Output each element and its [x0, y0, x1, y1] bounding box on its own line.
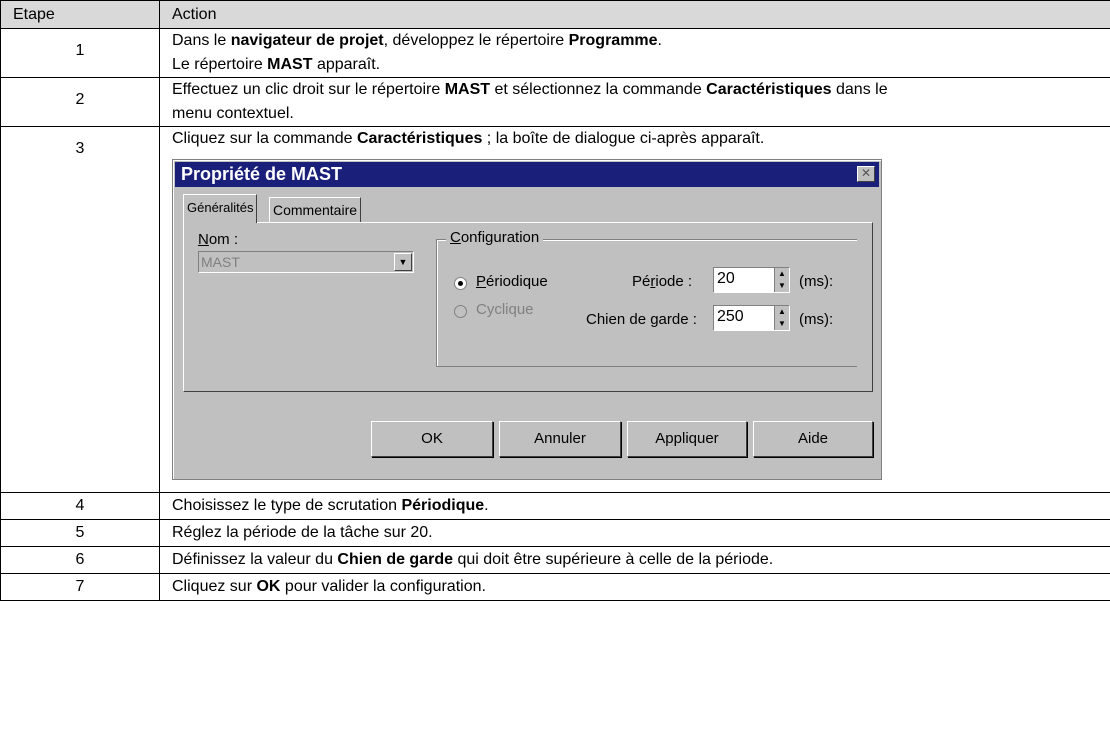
configuration-label: Configuration — [446, 229, 544, 247]
table-row: 5 Réglez la période de la tâche sur 20. — [0, 519, 1110, 547]
action-line: Réglez la période de la tâche sur 20. — [172, 520, 1099, 546]
dialog-title: Propriété de MAST — [181, 164, 343, 184]
header-step: Etape — [0, 0, 160, 29]
step-number: 1 — [0, 28, 160, 78]
name-combobox[interactable]: MAST ▼ — [198, 251, 414, 273]
cyclic-radio — [454, 305, 467, 318]
period-label: Période : — [632, 273, 693, 290]
action-text: Définissez la valeur du — [172, 551, 338, 568]
table-row: 6 Définissez la valeur du Chien de garde … — [0, 546, 1110, 574]
action-line: menu contextuel. — [172, 102, 1099, 126]
action-text: Réglez la période de la tâche sur 20. — [172, 524, 433, 541]
steps-table: Etape Action 1 Dans le navigateur de proj… — [0, 0, 1110, 601]
bold-term: Chien de garde — [337, 551, 453, 568]
action-line: Dans le navigateur de projet, développez… — [172, 29, 1099, 53]
watchdog-label: Chien de garde : — [586, 311, 697, 328]
tab-commentaire[interactable]: Commentaire — [269, 197, 362, 223]
period-spinner[interactable]: 20 ▲ ▼ — [713, 267, 790, 293]
step-number: 4 — [0, 492, 160, 520]
tab-commentaire-label: Commentaire — [273, 202, 358, 218]
bold-term: MAST — [444, 81, 491, 98]
action-text: et sélectionnez la commande — [490, 81, 707, 98]
action-text: pour valider la configuration. — [280, 578, 486, 595]
action-text: ; la boîte de dialogue ci-après apparaît… — [482, 130, 765, 147]
action-line: Définissez la valeur du Chien de garde q… — [172, 547, 1099, 573]
action-text: Effectuez un clic droit sur le répertoir… — [172, 81, 445, 98]
step-action: Cliquez sur OK pour valider la configura… — [159, 573, 1110, 601]
chevron-down-icon[interactable]: ▼ — [394, 253, 412, 271]
action-text: dans le — [831, 81, 888, 98]
action-text: Choisissez le type de scrutation — [172, 497, 402, 514]
bold-term: Caractéristiques — [356, 130, 483, 147]
ok-button[interactable]: OK — [371, 421, 493, 457]
help-button[interactable]: Aide — [753, 421, 873, 457]
step-number: 5 — [0, 519, 160, 547]
action-text: . — [657, 32, 662, 49]
step-action: Choisissez le type de scrutation Périodi… — [159, 492, 1110, 520]
periodic-radio[interactable] — [454, 277, 467, 290]
action-text: menu contextuel. — [172, 105, 294, 122]
step-action: Réglez la période de la tâche sur 20. — [159, 519, 1110, 547]
action-line: Choisissez le type de scrutation Périodi… — [172, 493, 1099, 519]
watchdog-spinner[interactable]: 250 ▲ ▼ — [713, 305, 790, 331]
header-row: Etape Action — [0, 0, 1110, 29]
mast-properties-dialog: Propriété de MAST ✕ Généralités Commenta… — [172, 159, 882, 480]
name-label: Nom : — [198, 231, 239, 248]
tab-generalites[interactable]: Généralités — [183, 194, 258, 223]
steps-body: 1 Dans le navigateur de projet, développe… — [0, 28, 1110, 601]
close-icon[interactable]: ✕ — [857, 166, 875, 182]
step-number: 2 — [0, 77, 160, 127]
step-number: 3 — [0, 126, 160, 493]
step-number: 6 — [0, 546, 160, 574]
periodic-label[interactable]: Périodique — [476, 273, 548, 291]
action-text: Cliquez sur la commande — [172, 130, 357, 147]
bold-term: MAST — [267, 56, 313, 73]
step-number: 7 — [0, 573, 160, 601]
watchdog-value: 250 — [717, 308, 744, 325]
action-text: Cliquez sur — [172, 578, 257, 595]
spinner-arrows-icon[interactable]: ▲ ▼ — [774, 306, 789, 330]
action-line: Effectuez un clic droit sur le répertoir… — [172, 78, 1099, 102]
action-line: Le répertoire MAST apparaît. — [172, 53, 1099, 77]
action-text: apparaît. — [312, 56, 381, 73]
cyclic-label: Cyclique — [476, 301, 534, 318]
period-value: 20 — [717, 270, 735, 287]
bold-term: Programme — [568, 32, 658, 49]
table-row: 2 Effectuez un clic droit sur le répertoi… — [0, 77, 1110, 127]
action-line: Cliquez sur OK pour valider la configura… — [172, 574, 1099, 600]
step-action: Définissez la valeur du Chien de garde q… — [159, 546, 1110, 574]
cancel-button[interactable]: Annuler — [499, 421, 621, 457]
action-text: . — [484, 497, 489, 514]
bold-term: Périodique — [401, 497, 485, 514]
table-row: 1 Dans le navigateur de projet, développe… — [0, 28, 1110, 78]
bold-term: Caractéristiques — [706, 81, 832, 98]
dialog-titlebar: Propriété de MAST ✕ — [175, 162, 879, 187]
header-action: Action — [159, 0, 1110, 29]
apply-button[interactable]: Appliquer — [627, 421, 747, 457]
step-action: Dans le navigateur de projet, développez… — [159, 28, 1110, 78]
action-text: , développez le répertoire — [383, 32, 569, 49]
name-value: MAST — [201, 254, 240, 270]
spinner-arrows-icon[interactable]: ▲ ▼ — [774, 268, 789, 292]
table-row: 7 Cliquez sur OK pour valider la configur… — [0, 573, 1110, 601]
watchdog-unit: (ms): — [799, 311, 834, 328]
table-row: 4 Choisissez le type de scrutation Périod… — [0, 492, 1110, 520]
tab-panel: Nom : MAST ▼ Configuration Périodique Cy… — [183, 222, 873, 392]
tab-generalites-label: Généralités — [187, 200, 254, 215]
period-unit: (ms): — [799, 273, 834, 290]
step-action: Cliquez sur la commande Caractéristiques… — [159, 126, 1110, 493]
action-line: Cliquez sur la commande Caractéristiques… — [172, 127, 1099, 151]
bold-term: OK — [256, 578, 281, 595]
action-text: qui doit être supérieure à celle de la p… — [453, 551, 774, 568]
action-text: Dans le — [172, 32, 231, 49]
action-text: Le répertoire — [172, 56, 268, 73]
step-action: Effectuez un clic droit sur le répertoir… — [159, 77, 1110, 127]
bold-term: navigateur de projet — [230, 32, 384, 49]
table-row: 3 Cliquez sur la commande Caractéristique… — [0, 126, 1110, 493]
